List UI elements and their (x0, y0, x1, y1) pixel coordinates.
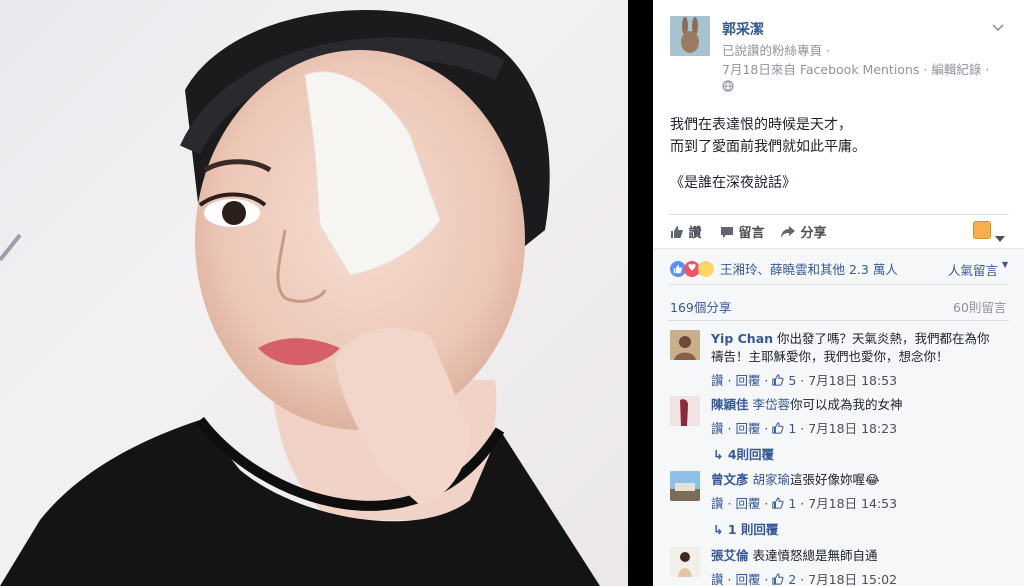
reply-arrow-icon: ↳ (713, 447, 724, 462)
post-sidebar: 郭采潔 已說讚的粉絲專頁 · 7月18日來自 Facebook Mentions… (653, 0, 1024, 586)
comment-body: 陳穎佳 李岱蓉你可以成為我的女神 (711, 396, 1011, 414)
comment-body: 曾文彥 胡家瑜這張好像妳喔😂 (711, 471, 1011, 489)
replies-label: 4則回覆 (727, 447, 775, 462)
comment-meta: 讚 · 回覆 · 1 · 7月18日 14:53 (711, 496, 898, 512)
comment-tag[interactable]: 胡家瑜 (753, 472, 791, 487)
comment-reply-link[interactable]: 回覆 (735, 421, 760, 436)
avatar[interactable] (670, 396, 700, 426)
comment-author[interactable]: 陳穎佳 (711, 397, 749, 412)
reactions-text[interactable]: 王湘玲、薛曉雲和其他 2.3 萬人 (720, 259, 898, 278)
avatar[interactable] (670, 547, 700, 577)
avatar[interactable] (670, 330, 700, 360)
comment-button[interactable]: 留言 (720, 222, 765, 243)
comment-like-count[interactable]: 5 (788, 373, 796, 388)
rabbit-icon (670, 16, 710, 56)
share-button[interactable]: 分享 (780, 222, 827, 243)
thumbs-up-icon (772, 422, 784, 437)
page-selector-icon[interactable] (973, 221, 991, 239)
share-label: 分享 (800, 226, 827, 241)
divider (668, 284, 1009, 285)
thumbs-up-icon (772, 573, 784, 586)
reply-arrow-icon: ↳ (713, 522, 724, 537)
post-text: 我們在表達恨的時候是天才， 而到了愛面前我們就如此平庸。 《是誰在深夜說話》 (670, 114, 866, 194)
post-text-line: 我們在表達恨的時候是天才， (670, 117, 852, 133)
comments-count[interactable]: 60則留言 (953, 297, 1006, 316)
comment-body: 張艾倫 表達憤怒總是無師自通 (711, 547, 1011, 565)
page-avatar[interactable] (670, 16, 710, 56)
comment-body: Yip Chan 你出發了嗎？天氣炎熱，我們都在為你 禱告！主耶穌愛你，我們也愛… (711, 330, 1011, 366)
photo-viewer (0, 0, 628, 586)
comment-author[interactable]: 曾文彥 (711, 472, 749, 487)
post-text-line: 《是誰在深夜說話》 (670, 175, 796, 191)
comment-like-link[interactable]: 讚 (711, 421, 724, 436)
reactions-summary[interactable]: ♥ 王湘玲、薛曉雲和其他 2.3 萬人 (670, 259, 898, 278)
view-replies-link[interactable]: ↳ 4則回覆 (713, 444, 774, 463)
share-icon (780, 225, 796, 243)
photo-illustration (0, 10, 600, 586)
comment-text: 禱告！主耶穌愛你，我們也愛你，想念你！ (711, 349, 949, 364)
comment-text: 這張好像妳喔😂 (790, 472, 880, 487)
comment-text: 表達憤怒總是無師自通 (752, 548, 878, 563)
comment-tag[interactable]: 李岱蓉 (753, 397, 791, 412)
globe-icon (722, 77, 734, 92)
page-subtitle: 已說讚的粉絲專頁 · (722, 43, 830, 58)
comment-reply-link[interactable]: 回覆 (735, 572, 760, 586)
shares-count[interactable]: 169個分享 (670, 297, 731, 316)
comment-author[interactable]: 張艾倫 (711, 548, 749, 563)
comment-text: 你出發了嗎？天氣炎熱，我們都在為你 (777, 331, 990, 346)
thumbs-up-icon (772, 374, 784, 389)
thumbs-up-icon (670, 225, 684, 243)
comment-time[interactable]: 7月18日 15:02 (808, 572, 897, 586)
comment-time[interactable]: 7月18日 18:23 (808, 421, 897, 436)
comment-like-count[interactable]: 2 (788, 572, 796, 586)
comment-like-link[interactable]: 讚 (711, 572, 724, 586)
comment-icon (720, 225, 734, 243)
thumbs-up-icon (772, 497, 784, 512)
comment-like-count[interactable]: 1 (788, 496, 796, 511)
chevron-down-icon[interactable] (991, 18, 1005, 32)
comment-time[interactable]: 7月18日 18:53 (808, 373, 897, 388)
comment-author[interactable]: Yip Chan (711, 331, 773, 346)
view-replies-link[interactable]: ↳ 1 則回覆 (713, 519, 778, 538)
comment-meta: 讚 · 回覆 · 2 · 7月18日 15:02 (711, 572, 898, 586)
comment-like-link[interactable]: 讚 (711, 373, 724, 388)
comment-reply-link[interactable]: 回覆 (735, 373, 760, 388)
comment-reply-link[interactable]: 回覆 (735, 496, 760, 511)
page-name[interactable]: 郭采潔 (722, 19, 764, 39)
replies-label: 1 則回覆 (727, 522, 779, 537)
comment-like-count[interactable]: 1 (788, 421, 796, 436)
post-photo[interactable] (0, 0, 628, 586)
divider (668, 320, 1009, 321)
caret-down-icon[interactable] (995, 227, 1005, 242)
post-text-line: 而到了愛面前我們就如此平庸。 (670, 139, 866, 155)
comment-time[interactable]: 7月18日 14:53 (808, 496, 897, 511)
caret-down-icon: ▼ (1002, 260, 1009, 269)
sort-label: 人氣留言 (948, 263, 999, 278)
divider (668, 214, 1009, 215)
sad-reaction-icon (698, 260, 714, 277)
avatar[interactable] (670, 471, 700, 501)
comment-sort-dropdown[interactable]: 人氣留言 ▼ (948, 260, 1008, 279)
comment-text: 你可以成為我的女神 (790, 397, 903, 412)
comment-label: 留言 (738, 226, 765, 241)
comment-like-link[interactable]: 讚 (711, 496, 724, 511)
comment-meta: 讚 · 回覆 · 5 · 7月18日 18:53 (711, 373, 898, 389)
post-meta[interactable]: 7月18日來自 Facebook Mentions · 編輯紀錄 · (722, 59, 989, 78)
like-button[interactable]: 讚 (670, 222, 702, 243)
comment-meta: 讚 · 回覆 · 1 · 7月18日 18:23 (711, 421, 898, 437)
like-label: 讚 (688, 226, 702, 241)
